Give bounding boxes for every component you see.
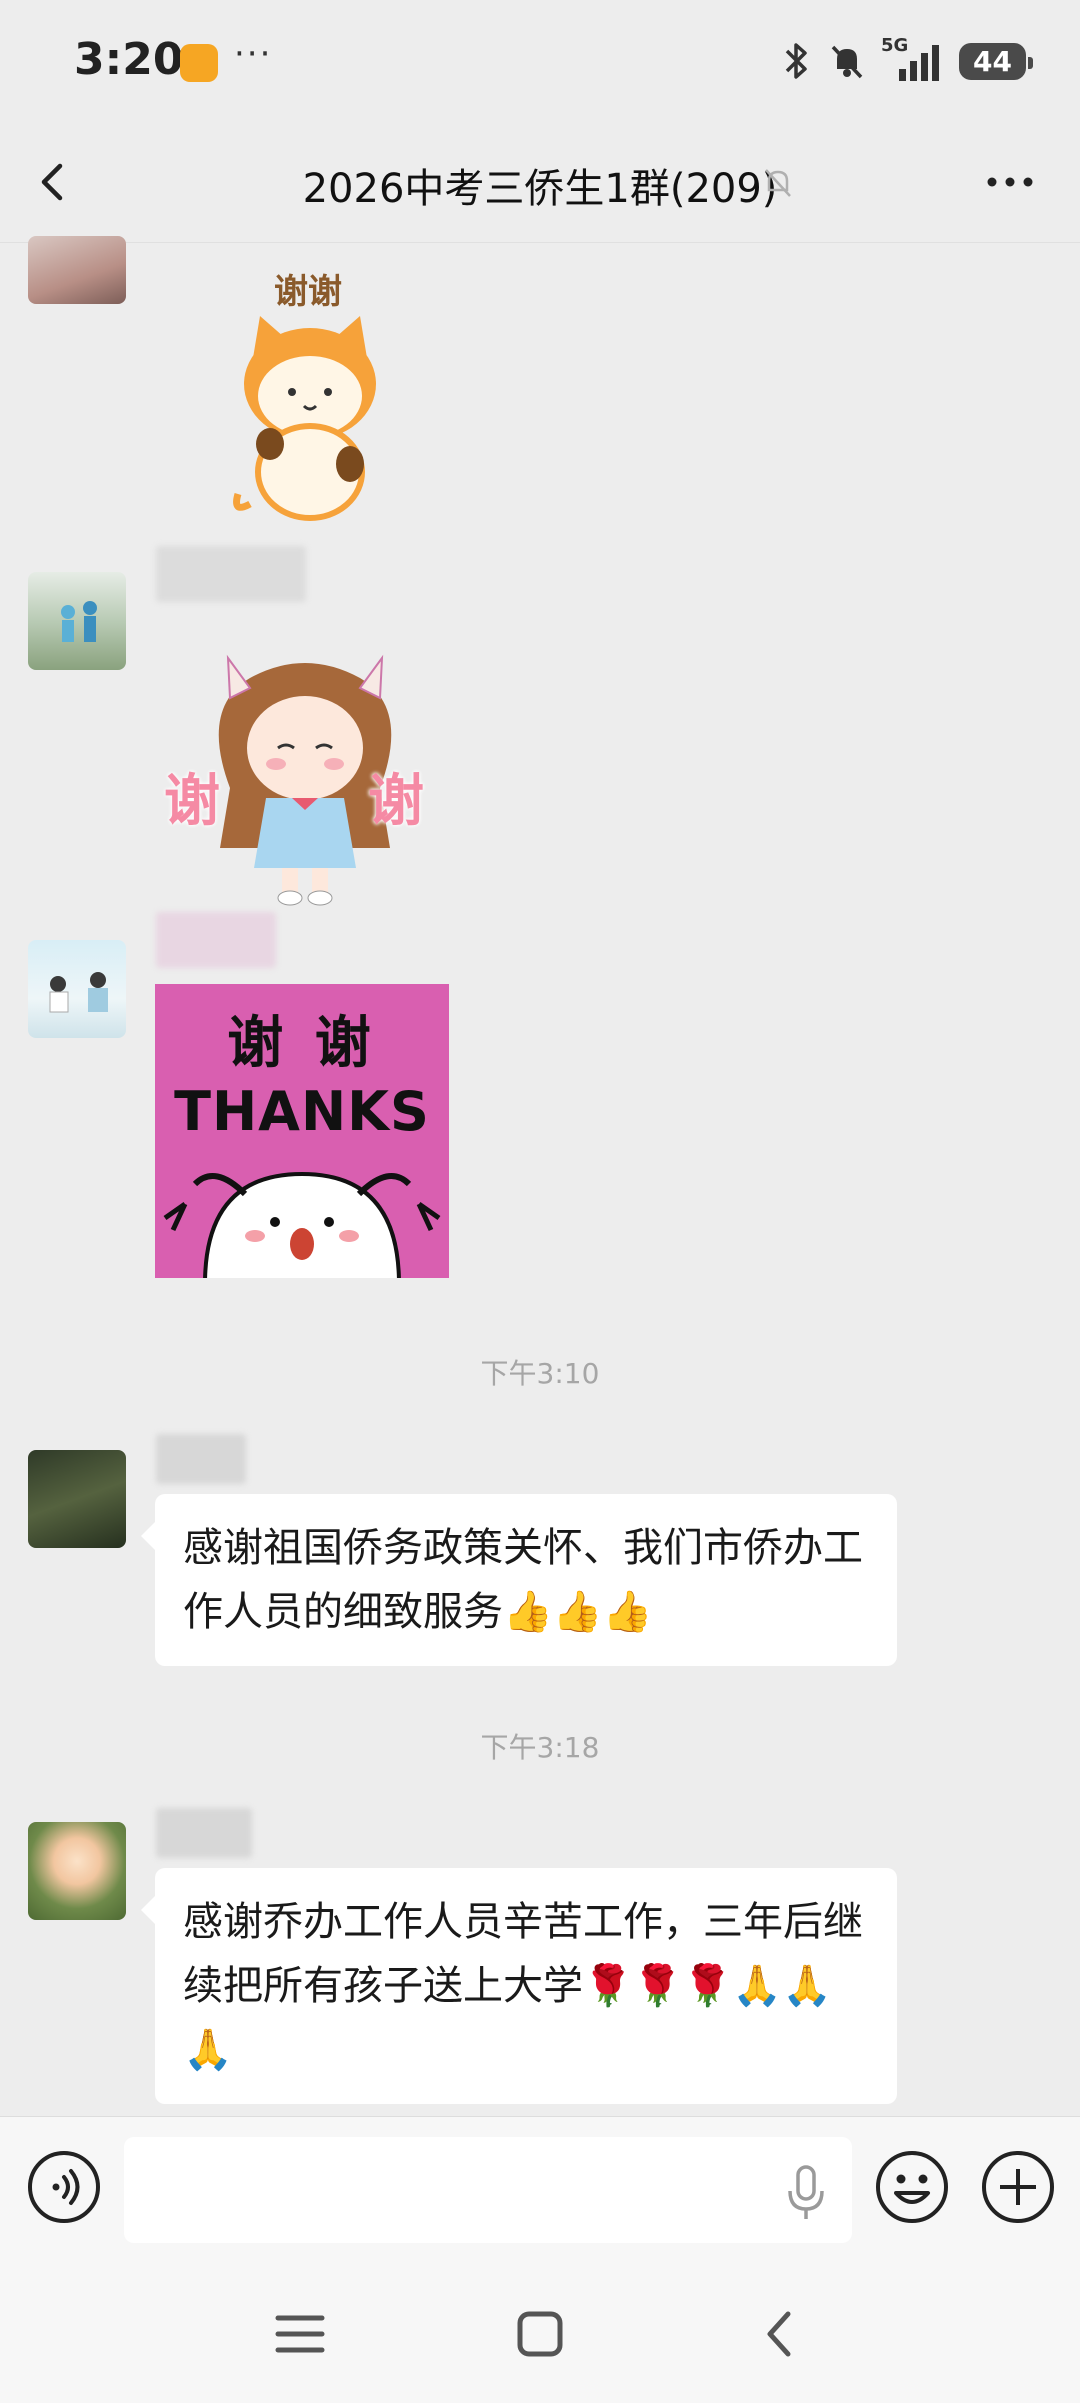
avatar[interactable] (28, 940, 126, 1038)
emoji-button[interactable] (874, 2149, 950, 2225)
avatar[interactable] (28, 572, 126, 670)
chat-title: 2026中考三侨生1群(209) (302, 166, 778, 212)
mute-notification-icon (831, 45, 863, 79)
sticker-top-text: 谢 谢 (227, 1011, 377, 1076)
chat-more-button[interactable] (980, 154, 1040, 210)
sender-name (156, 1808, 252, 1858)
girl-sticker[interactable]: 谢 谢 (160, 648, 450, 908)
menu-icon[interactable] (270, 2304, 330, 2364)
cat-sticker[interactable]: 谢谢 (230, 264, 390, 524)
sticker-bottom-text: THANKS (174, 1080, 430, 1143)
cat-illustration (233, 316, 376, 521)
message-timestamp: 下午3:10 (480, 1357, 600, 1390)
avatar[interactable] (28, 1822, 126, 1920)
status-more-indicator: ··· (234, 34, 273, 74)
status-bar: 3:20 ··· 5G 44 (0, 0, 1080, 120)
home-icon[interactable] (510, 2304, 570, 2364)
avatar[interactable] (28, 236, 126, 304)
thanks-character (163, 1171, 441, 1278)
sender-name (156, 912, 276, 968)
signal-icon: 5G (881, 35, 945, 83)
sticker-right-char: 谢 (368, 769, 424, 834)
nav-back-icon[interactable] (750, 2304, 810, 2364)
chat-header: 2026中考三侨生1群(209) (0, 120, 1080, 243)
voice-toggle-button[interactable] (26, 2149, 102, 2225)
message-timestamp: 下午3:18 (480, 1731, 600, 1764)
bluetooth-icon (785, 43, 807, 79)
message-input[interactable] (124, 2137, 852, 2243)
sender-name (156, 1434, 246, 1484)
add-attachment-button[interactable] (980, 2149, 1056, 2225)
thanks-sticker[interactable]: 谢 谢 THANKS (155, 984, 449, 1278)
avatar[interactable] (28, 1450, 126, 1548)
status-time: 3:20 (74, 34, 184, 85)
sticker-caption: 谢谢 (274, 272, 342, 312)
input-bar (0, 2116, 1080, 2267)
sticker-left-char: 谢 (164, 769, 220, 834)
mic-icon[interactable] (786, 2165, 826, 2221)
message-bubble[interactable]: 感谢乔办工作人员辛苦工作，三年后继续把所有孩子送上大学🌹🌹🌹🙏🙏🙏 (141, 1868, 897, 2104)
app-notification-icon (180, 44, 218, 82)
muted-bell-icon (765, 169, 791, 197)
battery-indicator: 44 (959, 42, 1033, 80)
message-bubble[interactable]: 感谢祖国侨务政策关怀、我们市侨办工作人员的细致服务👍👍👍 (141, 1494, 897, 1666)
status-icons: 5G 44 (779, 35, 1033, 86)
system-navigation-bar (0, 2266, 1080, 2403)
sender-name (156, 546, 306, 602)
